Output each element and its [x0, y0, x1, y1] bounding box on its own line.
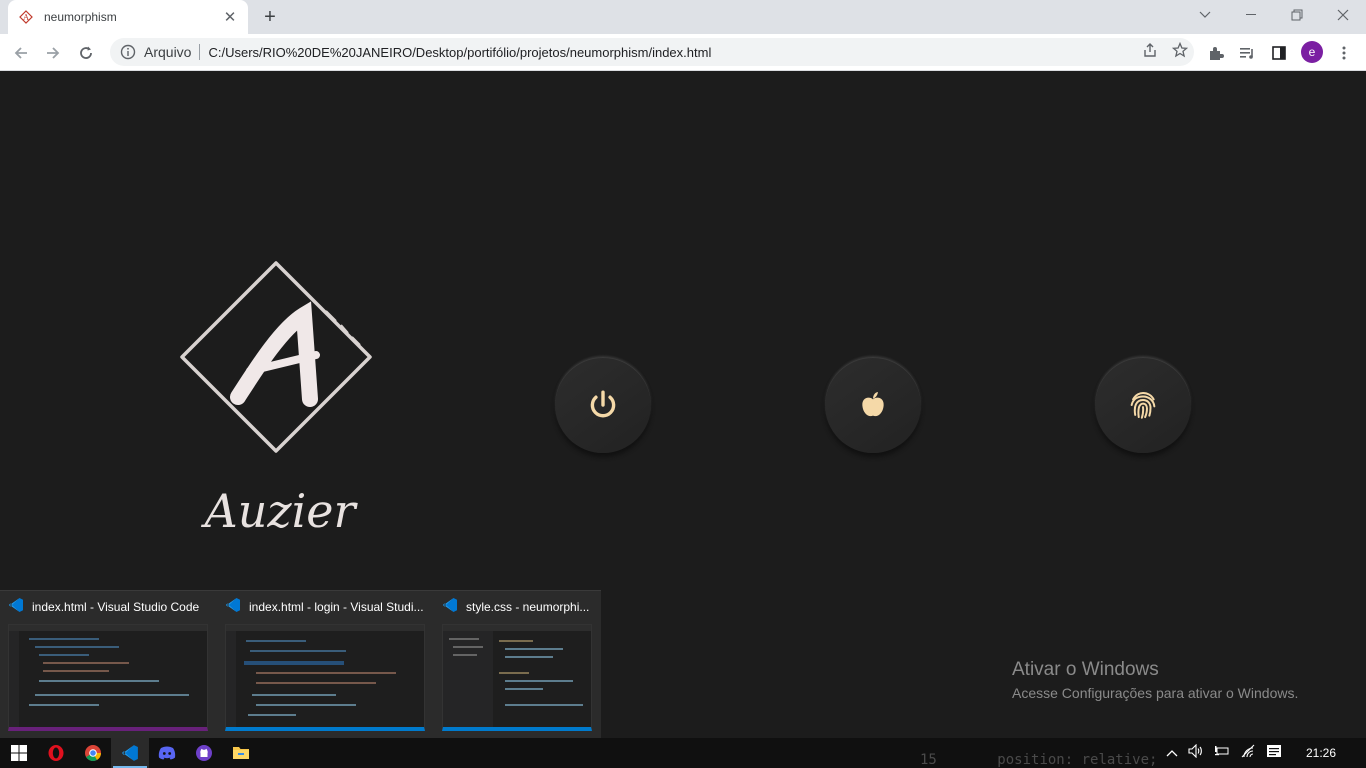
fingerprint-icon: [1130, 391, 1156, 419]
thumbnail-window-1[interactable]: index.html - Visual Studio Code: [0, 591, 216, 739]
windows-taskbar: 15 position: relative; 21:26: [0, 738, 1366, 768]
browser-toolbar: Arquivo C:/Users/RIO%20DE%20JANEIRO/Desk…: [0, 34, 1366, 71]
activation-title: Ativar o Windows: [1012, 659, 1159, 680]
power-button[interactable]: [555, 357, 651, 453]
tab-title: neumorphism: [44, 10, 117, 24]
thumbnail-preview: [225, 624, 425, 731]
media-control-icon[interactable]: [1234, 40, 1260, 66]
omnibox-divider: [199, 44, 201, 60]
vscode-icon: [225, 597, 241, 618]
apple-icon: [862, 391, 884, 417]
favicon-icon: A: [18, 9, 34, 25]
thumbnail-window-3[interactable]: style.css - neumorphi...: [434, 591, 650, 739]
site-info-icon[interactable]: [120, 44, 136, 60]
bookmark-star-icon[interactable]: [1171, 41, 1189, 63]
logo-wordmark: Auzier: [200, 484, 358, 538]
vscode-icon[interactable]: [111, 738, 149, 768]
discord-icon[interactable]: [148, 738, 186, 768]
vscode-icon: [442, 597, 458, 618]
thumbnail-window-2[interactable]: index.html - login - Visual Studi...: [217, 591, 433, 739]
extensions-icon[interactable]: [1203, 40, 1229, 66]
vscode-icon: [8, 597, 24, 618]
forward-button[interactable]: [40, 40, 66, 66]
profile-avatar[interactable]: e: [1301, 41, 1323, 63]
activation-subtitle: Acesse Configurações para ativar o Windo…: [1012, 685, 1299, 701]
thumbnail-title: index.html - login - Visual Studi...: [249, 600, 424, 614]
opera-icon[interactable]: [37, 738, 75, 768]
close-window-button[interactable]: [1320, 0, 1366, 30]
github-icon[interactable]: [185, 738, 223, 768]
background-code-snippet: 15 position: relative;: [920, 738, 1157, 768]
power-icon: [590, 390, 616, 418]
tab-strip: A neumorphism ✕ +: [0, 0, 1366, 34]
file-explorer-icon[interactable]: [222, 738, 260, 768]
minimize-button[interactable]: [1228, 0, 1274, 30]
thumbnail-preview: [8, 624, 208, 731]
url-text[interactable]: C:/Users/RIO%20DE%20JANEIRO/Desktop/port…: [208, 45, 711, 60]
taskbar-clock[interactable]: 21:26: [1306, 746, 1336, 760]
share-icon[interactable]: [1142, 42, 1158, 63]
windows-activation-watermark: Ativar o Windows Acesse Configurações pa…: [1012, 659, 1298, 701]
reload-button[interactable]: [73, 40, 99, 66]
thumbnail-title: style.css - neumorphi...: [466, 600, 590, 614]
tab-search-icon[interactable]: [1182, 0, 1228, 30]
menu-kebab-icon[interactable]: [1331, 40, 1357, 66]
wifi-icon[interactable]: [1240, 744, 1256, 763]
keyboard-icon[interactable]: [1266, 744, 1282, 763]
chevron-up-icon[interactable]: [1166, 744, 1178, 762]
address-bar[interactable]: Arquivo C:/Users/RIO%20DE%20JANEIRO/Desk…: [110, 38, 1194, 66]
back-button[interactable]: [8, 40, 34, 66]
taskbar-thumbnails: index.html - Visual Studio Code index.ht…: [0, 590, 601, 738]
svg-text:A: A: [22, 13, 29, 22]
apple-button[interactable]: [825, 357, 921, 453]
system-tray: 21:26: [1166, 738, 1366, 768]
start-icon[interactable]: [0, 738, 38, 768]
auzier-logo: Auzier: [180, 261, 372, 538]
battery-icon[interactable]: [1214, 744, 1230, 762]
new-tab-button[interactable]: +: [258, 5, 282, 29]
fingerprint-button[interactable]: [1095, 357, 1191, 453]
thumbnail-preview: [442, 624, 592, 731]
browser-tab[interactable]: A neumorphism ✕: [8, 0, 248, 34]
code-line-number: 15: [920, 752, 937, 768]
thumbnail-title: index.html - Visual Studio Code: [32, 600, 200, 614]
code-line-text: position: relative;: [997, 752, 1158, 768]
security-label: Arquivo: [144, 44, 192, 60]
restore-button[interactable]: [1274, 0, 1320, 30]
side-panel-icon[interactable]: [1266, 40, 1292, 66]
chrome-icon[interactable]: [74, 738, 112, 768]
tab-close-icon[interactable]: ✕: [222, 9, 238, 26]
volume-icon[interactable]: [1188, 743, 1204, 763]
